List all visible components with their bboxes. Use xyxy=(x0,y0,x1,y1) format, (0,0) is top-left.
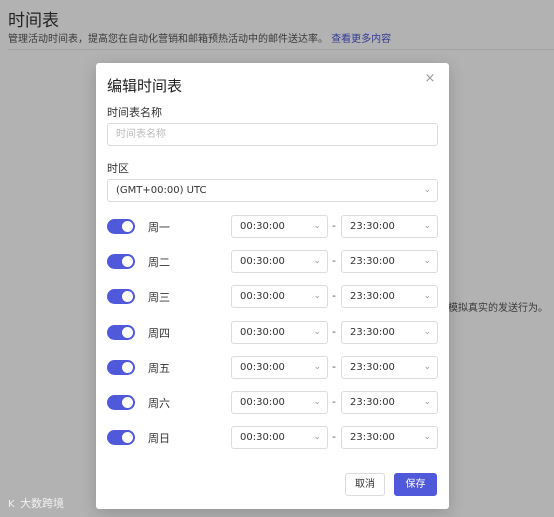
chevron-down-icon: ⌄ xyxy=(423,291,431,301)
save-button[interactable]: 保存 xyxy=(394,473,437,496)
end-time-value: 23:30:00 xyxy=(350,256,395,267)
dialog-title: 编辑时间表 xyxy=(107,77,183,95)
chevron-down-icon: ⌄ xyxy=(423,256,431,266)
day-row: 周二 00:30:00 ⌄ - 23:30:00 ⌄ xyxy=(107,250,438,273)
chevron-down-icon: ⌄ xyxy=(313,256,321,266)
start-time-select[interactable]: 00:30:00 ⌄ xyxy=(231,356,328,379)
end-time-value: 23:30:00 xyxy=(350,291,395,302)
range-separator: - xyxy=(332,219,336,232)
start-time-select[interactable]: 00:30:00 ⌄ xyxy=(231,285,328,308)
chevron-down-icon: ⌄ xyxy=(423,221,431,231)
close-icon[interactable]: × xyxy=(422,71,438,87)
schedule-name-label: 时间表名称 xyxy=(107,106,162,119)
chevron-down-icon: ⌄ xyxy=(313,291,321,301)
timezone-select[interactable]: (GMT+00:00) UTC ⌄ xyxy=(107,179,438,202)
start-time-value: 00:30:00 xyxy=(240,221,285,232)
end-time-select[interactable]: 23:30:00 ⌄ xyxy=(341,250,438,273)
timezone-label: 时区 xyxy=(107,162,129,175)
schedule-name-input[interactable] xyxy=(107,123,438,146)
end-time-select[interactable]: 23:30:00 ⌄ xyxy=(341,321,438,344)
edit-schedule-dialog: 编辑时间表 × 时间表名称 时区 (GMT+00:00) UTC ⌄ 周一 00:… xyxy=(96,63,449,509)
start-time-value: 00:30:00 xyxy=(240,291,285,302)
chevron-down-icon: ⌄ xyxy=(423,327,431,337)
chevron-down-icon: ⌄ xyxy=(313,327,321,337)
day-row: 周四 00:30:00 ⌄ - 23:30:00 ⌄ xyxy=(107,321,438,344)
day-toggle[interactable] xyxy=(107,395,135,410)
day-toggle[interactable] xyxy=(107,289,135,304)
chevron-down-icon: ⌄ xyxy=(313,362,321,372)
watermark: K 大数跨境 xyxy=(8,495,64,511)
toggle-knob xyxy=(122,397,133,408)
start-time-value: 00:30:00 xyxy=(240,362,285,373)
day-toggle[interactable] xyxy=(107,325,135,340)
day-toggle[interactable] xyxy=(107,254,135,269)
end-time-select[interactable]: 23:30:00 ⌄ xyxy=(341,391,438,414)
range-separator: - xyxy=(332,360,336,373)
day-label: 周三 xyxy=(148,291,170,304)
end-time-value: 23:30:00 xyxy=(350,362,395,373)
start-time-value: 00:30:00 xyxy=(240,397,285,408)
day-label: 周日 xyxy=(148,432,170,445)
day-toggle[interactable] xyxy=(107,430,135,445)
day-toggle[interactable] xyxy=(107,360,135,375)
start-time-value: 00:30:00 xyxy=(240,432,285,443)
start-time-select[interactable]: 00:30:00 ⌄ xyxy=(231,391,328,414)
range-separator: - xyxy=(332,325,336,338)
day-label: 周四 xyxy=(148,327,170,340)
end-time-value: 23:30:00 xyxy=(350,221,395,232)
range-separator: - xyxy=(332,254,336,267)
day-row: 周日 00:30:00 ⌄ - 23:30:00 ⌄ xyxy=(107,426,438,449)
day-row: 周三 00:30:00 ⌄ - 23:30:00 ⌄ xyxy=(107,285,438,308)
end-time-select[interactable]: 23:30:00 ⌄ xyxy=(341,356,438,379)
day-row: 周一 00:30:00 ⌄ - 23:30:00 ⌄ xyxy=(107,215,438,238)
day-row: 周六 00:30:00 ⌄ - 23:30:00 ⌄ xyxy=(107,391,438,414)
range-separator: - xyxy=(332,289,336,302)
start-time-select[interactable]: 00:30:00 ⌄ xyxy=(231,250,328,273)
cancel-button[interactable]: 取消 xyxy=(345,473,385,496)
chevron-down-icon: ⌄ xyxy=(423,362,431,372)
end-time-value: 23:30:00 xyxy=(350,327,395,338)
chevron-down-icon: ⌄ xyxy=(423,185,431,195)
end-time-select[interactable]: 23:30:00 ⌄ xyxy=(341,215,438,238)
start-time-select[interactable]: 00:30:00 ⌄ xyxy=(231,215,328,238)
toggle-knob xyxy=(122,432,133,443)
end-time-value: 23:30:00 xyxy=(350,397,395,408)
day-label: 周六 xyxy=(148,397,170,410)
range-separator: - xyxy=(332,430,336,443)
schedule-page: 时间表 管理活动时间表，提高您在自动化营销和邮箱预热活动中的邮件送达率。 查看更… xyxy=(0,0,554,517)
day-label: 周五 xyxy=(148,362,170,375)
chevron-down-icon: ⌄ xyxy=(313,221,321,231)
start-time-value: 00:30:00 xyxy=(240,256,285,267)
toggle-knob xyxy=(122,362,133,373)
toggle-knob xyxy=(122,327,133,338)
end-time-select[interactable]: 23:30:00 ⌄ xyxy=(341,426,438,449)
end-time-select[interactable]: 23:30:00 ⌄ xyxy=(341,285,438,308)
chevron-down-icon: ⌄ xyxy=(313,397,321,407)
watermark-logo-icon: K xyxy=(8,499,15,510)
day-label: 周二 xyxy=(148,256,170,269)
timezone-value: (GMT+00:00) UTC xyxy=(116,185,207,196)
chevron-down-icon: ⌄ xyxy=(313,432,321,442)
start-time-select[interactable]: 00:30:00 ⌄ xyxy=(231,426,328,449)
toggle-knob xyxy=(122,256,133,267)
chevron-down-icon: ⌄ xyxy=(423,397,431,407)
range-separator: - xyxy=(332,395,336,408)
toggle-knob xyxy=(122,221,133,232)
day-label: 周一 xyxy=(148,221,170,234)
end-time-value: 23:30:00 xyxy=(350,432,395,443)
start-time-value: 00:30:00 xyxy=(240,327,285,338)
day-row: 周五 00:30:00 ⌄ - 23:30:00 ⌄ xyxy=(107,356,438,379)
day-toggle[interactable] xyxy=(107,219,135,234)
chevron-down-icon: ⌄ xyxy=(423,432,431,442)
start-time-select[interactable]: 00:30:00 ⌄ xyxy=(231,321,328,344)
watermark-text: 大数跨境 xyxy=(20,497,65,510)
toggle-knob xyxy=(122,291,133,302)
